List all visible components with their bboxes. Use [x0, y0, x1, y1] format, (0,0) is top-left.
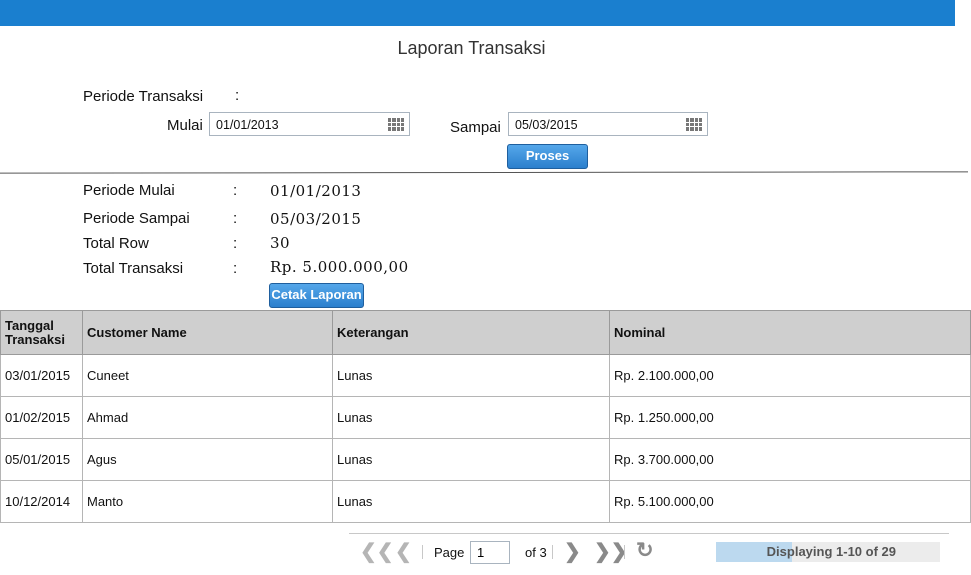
proses-button[interactable]: Proses	[507, 144, 588, 169]
mulai-label: Mulai	[167, 117, 203, 134]
table-cell: Lunas	[332, 438, 610, 481]
summary-value: 30	[270, 234, 291, 252]
page-label: Page	[434, 545, 465, 560]
table-cell: 01/02/2015	[0, 396, 83, 439]
display-status-text: Displaying 1-10 of 29	[766, 544, 896, 559]
sampai-label: Sampai	[450, 119, 501, 136]
refresh-icon[interactable]: ↻	[636, 540, 654, 561]
table-row[interactable]: 05/01/2015 Agus Lunas Rp. 3.700.000,00	[0, 438, 971, 481]
pager-separator	[552, 545, 553, 559]
end-date-field[interactable]: 05/03/2015	[508, 112, 708, 136]
table-cell: 10/12/2014	[0, 480, 83, 523]
end-date-value: 05/03/2015	[515, 118, 578, 132]
table-cell: Agus	[82, 438, 333, 481]
page-number-input[interactable]	[470, 541, 510, 564]
first-page-icon[interactable]: ❮❮	[360, 542, 394, 562]
cetak-laporan-button[interactable]: Cetak Laporan	[269, 283, 364, 308]
table-row[interactable]: 10/12/2014 Manto Lunas Rp. 5.100.000,00	[0, 480, 971, 523]
display-status: Displaying 1-10 of 29	[716, 542, 940, 562]
table-row[interactable]: 01/02/2015 Ahmad Lunas Rp. 1.250.000,00	[0, 396, 971, 439]
page-count-label: of 3	[525, 545, 547, 560]
table-cell: Rp. 5.100.000,00	[609, 480, 971, 523]
table-row[interactable]: 03/01/2015 Cuneet Lunas Rp. 2.100.000,00	[0, 354, 971, 397]
last-page-icon[interactable]: ❯❯	[594, 542, 628, 562]
table-cell: Rp. 3.700.000,00	[609, 438, 971, 481]
table-cell: Lunas	[332, 480, 610, 523]
summary-value: 01/01/2013	[270, 182, 362, 200]
periode-transaksi-label: Periode Transaksi	[83, 88, 204, 105]
table-cell: Cuneet	[82, 354, 333, 397]
summary-value: Rp. 5.000.000,00	[270, 258, 409, 276]
table-cell: Ahmad	[82, 396, 333, 439]
summary-label: Periode Mulai	[83, 182, 175, 199]
table-header-row: Tanggal Transaksi Customer Name Keterang…	[0, 310, 971, 355]
table-cell: 03/01/2015	[0, 354, 83, 397]
calendar-icon[interactable]	[686, 118, 702, 131]
start-date-value: 01/01/2013	[216, 118, 279, 132]
divider	[0, 171, 969, 174]
summary-label: Total Row	[83, 235, 149, 252]
table-cell: Rp. 2.100.000,00	[609, 354, 971, 397]
table-cell: Lunas	[332, 354, 610, 397]
table-cell: Lunas	[332, 396, 610, 439]
summary-colon: :	[233, 260, 238, 277]
calendar-icon[interactable]	[388, 118, 404, 131]
summary-label: Total Transaksi	[83, 260, 184, 277]
table-cell: 05/01/2015	[0, 438, 83, 481]
table-cell: Manto	[82, 480, 333, 523]
start-date-field[interactable]: 01/01/2013	[209, 112, 410, 136]
summary-colon: :	[233, 235, 238, 252]
pager-divider	[349, 533, 949, 534]
summary-value: 05/03/2015	[270, 210, 362, 228]
column-header[interactable]: Keterangan	[332, 310, 610, 355]
pager-separator	[624, 545, 625, 559]
summary-colon: :	[233, 182, 238, 199]
top-bar	[0, 0, 955, 26]
next-page-icon[interactable]: ❯	[564, 542, 581, 562]
summary-label: Periode Sampai	[83, 210, 190, 227]
periode-colon: :	[235, 87, 240, 104]
column-header[interactable]: Nominal	[609, 310, 971, 355]
pager-separator	[422, 545, 423, 559]
prev-page-icon[interactable]: ❮	[395, 542, 412, 562]
transaction-table: Tanggal Transaksi Customer Name Keterang…	[0, 310, 971, 523]
column-header[interactable]: Tanggal Transaksi	[0, 310, 83, 355]
summary-colon: :	[233, 210, 238, 227]
table-cell: Rp. 1.250.000,00	[609, 396, 971, 439]
column-header[interactable]: Customer Name	[82, 310, 333, 355]
page-title: Laporan Transaksi	[397, 38, 546, 58]
